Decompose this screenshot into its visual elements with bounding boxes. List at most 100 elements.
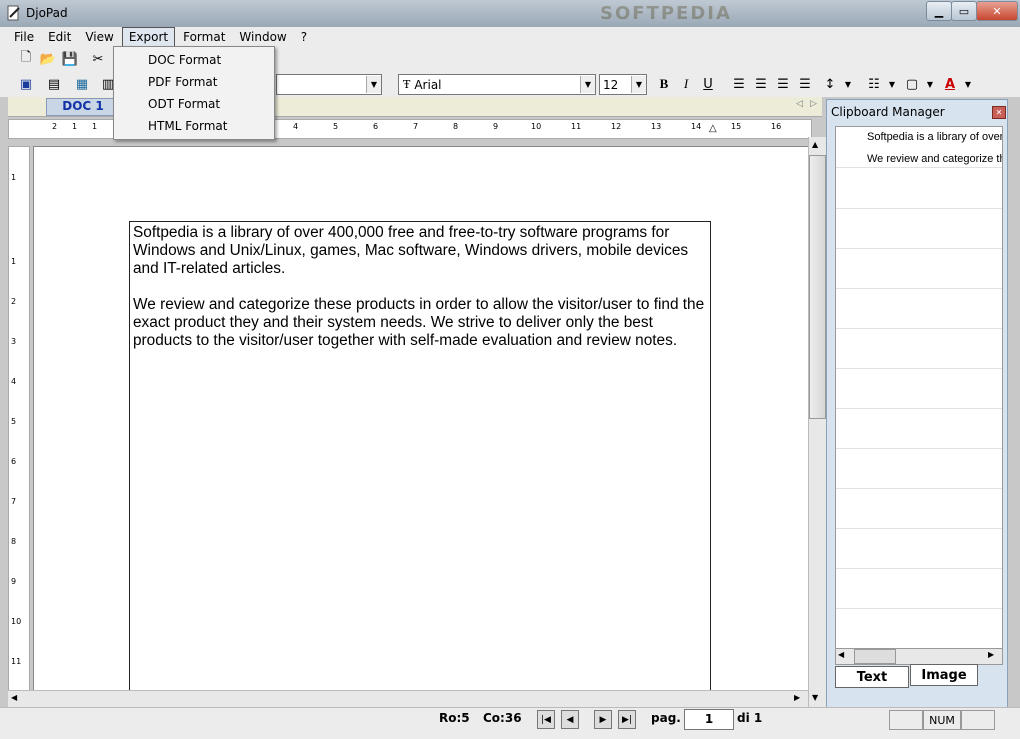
page-number-field[interactable]: 1: [684, 709, 734, 730]
clipboard-list[interactable]: Softpedia is a library of over We review…: [835, 126, 1003, 652]
prev-page-icon[interactable]: ◀: [561, 710, 579, 729]
border-icon[interactable]: ▢: [902, 74, 922, 94]
last-page-icon[interactable]: ▶|: [618, 710, 636, 729]
scroll-right-icon[interactable]: ▶: [988, 650, 994, 659]
list-item: [836, 368, 1002, 409]
indent-marker-icon[interactable]: △: [709, 123, 717, 134]
menu-edit[interactable]: Edit: [42, 28, 77, 46]
list-item: [836, 408, 1002, 449]
font-size-value: 12: [603, 77, 619, 92]
text-frame[interactable]: Softpedia is a library of over 400,000 f…: [129, 221, 711, 691]
tab-scroll-left-icon[interactable]: ◁: [796, 99, 803, 109]
ruler-number: 7: [11, 497, 17, 506]
ruler-number: 6: [373, 122, 379, 131]
font-size-combo[interactable]: 12 ▼: [599, 74, 647, 95]
menu-view[interactable]: View: [79, 28, 119, 46]
ruler-number: 5: [11, 417, 17, 426]
tab-doc-1[interactable]: DOC 1: [46, 98, 120, 116]
open-folder-icon[interactable]: 📂: [38, 49, 58, 69]
ruler-number: 15: [731, 122, 742, 131]
status-cell: [961, 710, 995, 730]
menu-window[interactable]: Window: [233, 28, 292, 46]
print-icon[interactable]: ▤: [44, 74, 64, 94]
window-title: DjoPad: [26, 6, 68, 20]
image-icon[interactable]: ▦: [72, 74, 92, 94]
bold-icon[interactable]: B: [654, 74, 674, 94]
align-right-icon[interactable]: ☰: [773, 74, 793, 94]
page-label: pag.: [651, 711, 681, 725]
menu-item-pdf-format[interactable]: PDF Format: [148, 75, 217, 89]
list-item: [836, 328, 1002, 369]
scroll-right-icon[interactable]: ▶: [794, 693, 800, 702]
menu-format[interactable]: Format: [177, 28, 231, 46]
scroll-down-icon[interactable]: ▼: [812, 693, 818, 702]
row-indicator: Ro:5: [439, 711, 470, 725]
paragraph[interactable]: Softpedia is a library of over 400,000 f…: [133, 224, 710, 278]
scroll-thumb[interactable]: [854, 649, 896, 664]
ruler-number: 3: [11, 337, 17, 346]
ruler-number: 13: [651, 122, 662, 131]
list-item: [836, 608, 1002, 649]
new-file-icon[interactable]: 🗋: [16, 49, 36, 69]
menu-item-html-format[interactable]: HTML Format: [148, 119, 228, 133]
chevron-down-icon[interactable]: ▼: [958, 74, 978, 94]
minimize-button[interactable]: ▁: [926, 1, 952, 21]
num-lock-indicator: NUM: [923, 710, 961, 730]
style-combo[interactable]: ▼: [276, 74, 382, 95]
menu-help[interactable]: ?: [295, 28, 313, 46]
document-page[interactable]: Softpedia is a library of over 400,000 f…: [33, 146, 810, 692]
font-color-icon[interactable]: A: [940, 74, 960, 94]
menu-export[interactable]: Export: [121, 27, 176, 47]
clipboard-hscrollbar[interactable]: ◀ ▶: [835, 648, 1003, 665]
bullets-icon[interactable]: ☷: [864, 74, 884, 94]
paragraph[interactable]: We review and categorize these products …: [133, 296, 710, 350]
menu-file[interactable]: File: [8, 28, 40, 46]
menu-item-odt-format[interactable]: ODT Format: [148, 97, 220, 111]
close-icon[interactable]: ✕: [992, 106, 1006, 119]
close-button[interactable]: ✕: [976, 1, 1018, 21]
scroll-up-icon[interactable]: ▲: [812, 140, 818, 149]
align-left-icon[interactable]: ☰: [729, 74, 749, 94]
horizontal-scrollbar[interactable]: ◀ ▶: [8, 690, 808, 708]
panel-title: Clipboard Manager: [831, 105, 945, 119]
list-item: [836, 168, 1002, 209]
menu-item-doc-format[interactable]: DOC Format: [148, 53, 221, 67]
ruler-number: 9: [11, 577, 17, 586]
vertical-scrollbar[interactable]: ▲ ▼: [808, 137, 826, 707]
justify-icon[interactable]: ☰: [795, 74, 815, 94]
print-preview-icon[interactable]: ▣: [16, 74, 36, 94]
font-combo[interactable]: Ŧ Arial ▼: [398, 74, 596, 95]
align-center-icon[interactable]: ☰: [751, 74, 771, 94]
scroll-left-icon[interactable]: ◀: [838, 650, 844, 659]
scroll-thumb[interactable]: [809, 155, 826, 419]
underline-icon[interactable]: U: [698, 74, 718, 94]
save-icon[interactable]: 💾: [60, 49, 80, 69]
next-page-icon[interactable]: ▶: [594, 710, 612, 729]
list-item[interactable]: We review and categorize th: [836, 149, 1002, 168]
line-spacing-icon[interactable]: ↕: [820, 74, 840, 94]
status-cell: [889, 710, 923, 730]
ruler-number: 1: [92, 122, 98, 131]
column-indicator: Co:36: [483, 711, 522, 725]
ruler-number: 6: [11, 457, 17, 466]
chevron-down-icon[interactable]: ▼: [838, 74, 858, 94]
ruler-number: 16: [771, 122, 782, 131]
ruler-number: 4: [11, 377, 17, 386]
italic-icon[interactable]: I: [676, 74, 696, 94]
tab-text[interactable]: Text: [835, 666, 909, 688]
menu-bar: File Edit View Export Format Window ?: [0, 27, 1020, 47]
page-total: di 1: [737, 711, 763, 725]
list-item: [836, 248, 1002, 289]
list-item: [836, 528, 1002, 569]
chevron-down-icon[interactable]: ▼: [882, 74, 902, 94]
scroll-left-icon[interactable]: ◀: [11, 693, 17, 702]
chevron-down-icon[interactable]: ▼: [920, 74, 940, 94]
ruler-number: 2: [52, 122, 58, 131]
cut-icon[interactable]: ✂: [88, 49, 108, 69]
ruler-number: 7: [413, 122, 419, 131]
first-page-icon[interactable]: |◀: [537, 710, 555, 729]
truetype-icon: Ŧ: [403, 78, 411, 91]
tab-scroll-right-icon[interactable]: ▷: [810, 99, 817, 109]
maximize-button[interactable]: ▭: [951, 1, 977, 21]
tab-image[interactable]: Image: [910, 664, 978, 686]
